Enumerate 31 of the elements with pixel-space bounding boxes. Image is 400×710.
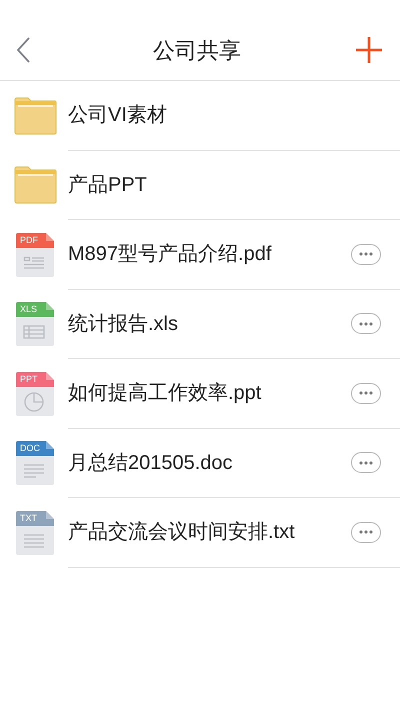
file-name[interactable]: 统计报告.xls	[68, 308, 351, 339]
add-button[interactable]	[354, 35, 384, 65]
file-name[interactable]: 如何提高工作效率.ppt	[68, 378, 351, 408]
more-button[interactable]	[351, 452, 381, 474]
folder-icon	[14, 96, 56, 135]
file-name[interactable]: 月总结201505.doc	[68, 448, 351, 478]
page-title: 公司共享	[153, 36, 241, 64]
file-type-label: PPT	[20, 372, 38, 386]
folder-icon	[14, 166, 56, 204]
file-type-label: TXT	[20, 512, 37, 525]
more-icon	[359, 530, 373, 534]
more-icon	[359, 322, 373, 326]
more-button[interactable]	[351, 313, 381, 334]
more-icon	[359, 391, 373, 396]
file-name[interactable]: 公司VI素材	[68, 100, 381, 130]
more-button[interactable]	[351, 522, 381, 543]
more-button[interactable]	[351, 244, 381, 265]
file-name[interactable]: M897型号产品介绍.pdf	[68, 239, 351, 270]
more-icon	[359, 252, 373, 256]
document-icon	[16, 441, 54, 486]
document-icon	[16, 232, 54, 277]
file-type-label: DOC	[20, 442, 40, 456]
file-name[interactable]: 产品PPT	[68, 170, 381, 200]
more-icon	[359, 460, 373, 465]
file-type-label: PDF	[20, 234, 38, 247]
document-icon	[16, 510, 54, 555]
document-icon	[16, 372, 54, 416]
file-type-label: XLS	[20, 303, 38, 316]
more-button[interactable]	[351, 382, 381, 404]
file-name[interactable]: 产品交流会议时间安排.txt	[68, 517, 351, 548]
document-icon	[16, 302, 54, 346]
